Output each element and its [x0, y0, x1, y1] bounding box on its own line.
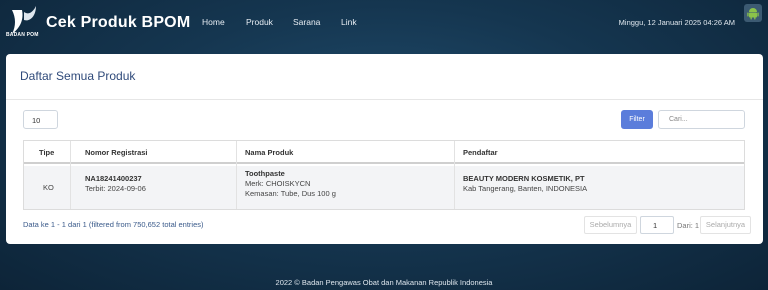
registrant-name: BEAUTY MODERN KOSMETIK, PT: [463, 174, 585, 183]
card-divider: [6, 99, 763, 100]
main-nav: Home Produk Sarana Link: [202, 17, 357, 27]
page-number-input[interactable]: 1: [640, 216, 674, 234]
nav-produk[interactable]: Produk: [246, 17, 293, 27]
column-divider: [454, 141, 455, 209]
registrant-location: Kab Tangerang, Banten, INDONESIA: [463, 184, 588, 193]
filter-button[interactable]: Filter: [621, 110, 653, 129]
cell-nama: Toothpaste Merk: CHOISKYCN Kemasan: Tube…: [245, 169, 336, 199]
product-table: Tipe Nomor Registrasi Nama Produk Pendaf…: [23, 140, 745, 210]
product-name: Toothpaste: [245, 169, 285, 178]
android-icon: [747, 8, 759, 20]
nav-link[interactable]: Link: [341, 17, 357, 27]
footer-copyright: 2022 © Badan Pengawas Obat dan Makanan R…: [275, 278, 493, 287]
column-header-tipe[interactable]: Tipe: [39, 148, 54, 157]
android-app-button[interactable]: [744, 4, 762, 22]
column-header-pendaftar[interactable]: Pendaftar: [463, 148, 498, 157]
cell-nomor: NA18241400237 Terbit: 2024-09-06: [85, 174, 146, 194]
page-length-select[interactable]: 10: [23, 110, 58, 129]
site-brand[interactable]: Cek Produk BPOM: [46, 14, 190, 32]
product-packaging: Kemasan: Tube, Dus 100 g: [245, 189, 336, 198]
column-header-nomor[interactable]: Nomor Registrasi: [85, 148, 148, 157]
nav-home[interactable]: Home: [202, 17, 246, 27]
product-list-card: Daftar Semua Produk 10 Filter Cari... Ti…: [6, 54, 763, 244]
nav-sarana[interactable]: Sarana: [293, 17, 341, 27]
page-total: Dari: 1: [677, 221, 700, 230]
next-page-button[interactable]: Selanjutnya: [700, 216, 751, 234]
column-divider: [70, 141, 71, 209]
column-header-nama[interactable]: Nama Produk: [245, 148, 293, 157]
top-navbar: BADAN POM Cek Produk BPOM Home Produk Sa…: [0, 0, 768, 50]
table-header: Tipe Nomor Registrasi Nama Produk Pendaf…: [24, 141, 744, 164]
column-divider: [236, 141, 237, 209]
search-input[interactable]: Cari...: [658, 110, 745, 129]
table-row[interactable]: KO NA18241400237 Terbit: 2024-09-06 Toot…: [24, 166, 744, 209]
product-brand: Merk: CHOISKYCN: [245, 179, 311, 188]
issue-date: Terbit: 2024-09-06: [85, 184, 146, 193]
page-title: Daftar Semua Produk: [20, 69, 136, 83]
cell-tipe: KO: [43, 183, 54, 192]
table-info: Data ke 1 - 1 dari 1 (filtered from 750,…: [23, 220, 204, 229]
registration-number: NA18241400237: [85, 174, 142, 183]
cell-pendaftar: BEAUTY MODERN KOSMETIK, PT Kab Tangerang…: [463, 174, 587, 194]
current-datetime: Minggu, 12 Januari 2025 04:26 AM: [618, 18, 735, 27]
logo-text: BADAN POM: [6, 32, 39, 38]
previous-page-button[interactable]: Sebelumnya: [584, 216, 637, 234]
